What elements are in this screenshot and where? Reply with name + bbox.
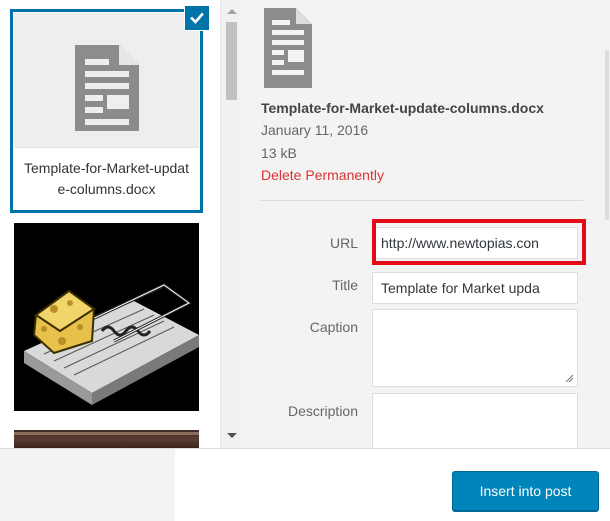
scrollbar-thumb[interactable] [226, 22, 237, 100]
checkmark-icon[interactable] [185, 6, 209, 30]
caption-label: Caption [309, 319, 358, 335]
divider [260, 200, 583, 201]
details-scrollbar[interactable] [604, 0, 610, 448]
document-icon [264, 8, 312, 88]
details-filename: Template-for-Market-update-columns.docx [261, 100, 544, 116]
details-scrollbar-thumb[interactable] [605, 50, 609, 220]
document-icon [75, 45, 139, 131]
attachment-partial-image[interactable] [14, 430, 199, 448]
file-size: 13 kB [261, 145, 297, 161]
description-textarea[interactable] [372, 393, 578, 448]
attachment-filename: Template-for-Market-update-columns.docx [14, 147, 199, 209]
media-toolbar: Insert into post [0, 448, 610, 521]
scroll-up-icon[interactable] [227, 9, 237, 14]
grid-scrollbar[interactable] [220, 0, 242, 448]
caption-textarea[interactable] [372, 309, 578, 387]
scroll-down-icon[interactable] [227, 433, 237, 438]
delete-permanently-link[interactable]: Delete Permanently [261, 167, 384, 183]
resize-grip-icon[interactable] [565, 374, 573, 382]
title-label: Title [332, 277, 358, 293]
url-label: URL [329, 235, 358, 251]
selected-attachment[interactable]: Template-for-Market-update-columns.docx [14, 6, 209, 209]
url-highlight-box [372, 219, 586, 265]
insert-into-post-button[interactable]: Insert into post [452, 471, 599, 511]
upload-date: January 11, 2016 [261, 122, 369, 138]
attachment-mousetrap-image[interactable] [14, 223, 199, 411]
media-grid: Template-for-Market-update-columns.docx [0, 0, 220, 448]
mousetrap-image [14, 223, 199, 411]
toolbar-left-area [0, 449, 175, 521]
description-label: Description [287, 403, 358, 419]
title-field[interactable]: Template for Market upda [372, 272, 578, 304]
